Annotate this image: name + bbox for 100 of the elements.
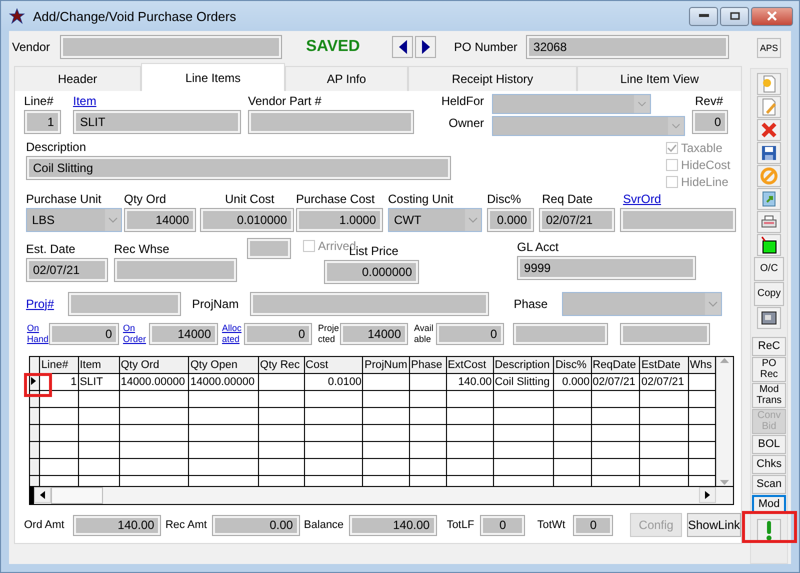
next-button[interactable]	[415, 36, 436, 58]
command-button[interactable]: Chks	[752, 455, 786, 474]
toolbar-button[interactable]: Copy	[754, 282, 784, 306]
star-icon	[9, 8, 25, 24]
scroll-up-icon	[720, 357, 730, 363]
quantity-label: Available	[414, 322, 434, 346]
line-number-field[interactable]: 1	[24, 110, 61, 134]
quantity-field[interactable]: 0	[436, 323, 504, 345]
tab[interactable]: Header	[14, 66, 141, 91]
highlight-frame	[24, 373, 52, 397]
toolbar-button[interactable]	[757, 234, 782, 256]
column-header: ReqDate	[591, 357, 640, 374]
total-field[interactable]: 0	[573, 514, 614, 536]
command-button[interactable]: PO Rec	[752, 357, 786, 382]
revision-field[interactable]: 0	[692, 110, 728, 134]
field-label: Phase	[514, 296, 548, 310]
field-label: Purchase Cost	[296, 192, 376, 206]
command-button[interactable]: Scan	[752, 475, 786, 494]
field-label: Rec Whse	[114, 242, 170, 256]
command-button[interactable]: BOL	[752, 435, 786, 454]
checkbox-label: Taxable	[681, 140, 722, 155]
small-field[interactable]	[247, 238, 291, 259]
tab[interactable]: Line Item View	[577, 66, 742, 91]
new-document-icon	[760, 75, 778, 93]
est-date-field[interactable]: 02/07/21	[26, 258, 108, 282]
project-link[interactable]: Proj#	[26, 296, 54, 310]
exclamation-icon	[766, 521, 772, 541]
field-label: ProjNam	[192, 296, 239, 310]
total-field[interactable]: 0	[480, 514, 526, 536]
costing-unit-dropdown[interactable]: CWT	[388, 208, 482, 232]
project-field[interactable]	[68, 292, 182, 316]
item-field[interactable]: SLIT	[73, 110, 241, 134]
show-link-button[interactable]: ShowLink	[686, 513, 741, 537]
rec-whse-field[interactable]	[114, 258, 237, 282]
total-label: TotWt	[537, 519, 566, 531]
item-link[interactable]: Item	[73, 94, 241, 108]
tab[interactable]: Receipt History	[408, 66, 577, 91]
scroll-right-icon	[705, 491, 710, 499]
vendor-part-field[interactable]	[248, 110, 414, 134]
table-cell: 02/07/21	[640, 374, 688, 390]
quantity-link[interactable]: On Order	[123, 322, 149, 346]
blank-field[interactable]	[620, 323, 710, 345]
total-label: TotLF	[446, 519, 474, 531]
aps-button[interactable]: APS	[757, 38, 782, 58]
description-field[interactable]: Coil Slitting	[26, 156, 451, 180]
tab[interactable]: Line Items	[141, 63, 285, 91]
scroll-thumb[interactable]	[51, 487, 103, 504]
project-name-field[interactable]	[250, 292, 489, 316]
maximize-button[interactable]	[720, 6, 749, 26]
svr-ord-field[interactable]	[620, 208, 736, 232]
quantity-field[interactable]: 14000	[149, 323, 218, 345]
quantity-field[interactable]: 14000	[340, 323, 408, 345]
total-field[interactable]: 0.00	[212, 514, 300, 536]
field-label: Costing Unit	[388, 192, 454, 206]
table-cell: 14000.00000	[119, 374, 189, 390]
toolbar-button[interactable]	[757, 142, 782, 164]
gl-account-field[interactable]: 9999	[517, 256, 696, 280]
field-label: Qty Ord	[124, 192, 168, 206]
quantity-field[interactable]: 14000	[124, 208, 196, 232]
field-label: Est. Date	[26, 242, 76, 256]
minimize-button[interactable]	[689, 6, 718, 26]
field-label: Purchase Unit	[26, 192, 102, 206]
checkbox-label: HideLine	[681, 175, 728, 190]
po-number-field[interactable]: 32068	[526, 35, 730, 59]
discount-field[interactable]: 0.000	[487, 208, 534, 232]
close-icon	[767, 11, 777, 21]
previous-button[interactable]	[392, 36, 414, 58]
command-button[interactable]: Mod Trans	[752, 383, 786, 408]
quantity-link[interactable]: Allocated	[222, 322, 244, 346]
list-price-field[interactable]: 0.000000	[324, 260, 420, 284]
command-button[interactable]: ReC	[752, 337, 786, 356]
save-icon	[760, 144, 778, 162]
toolbar-button[interactable]: O/C	[754, 257, 784, 281]
toolbar-button[interactable]	[757, 307, 782, 329]
column-header: EstDate	[640, 357, 688, 374]
req-date-field[interactable]: 02/07/21	[539, 208, 615, 232]
quantity-link[interactable]: On Hand	[27, 322, 49, 346]
total-field[interactable]: 140.00	[348, 514, 437, 536]
safe-icon	[761, 311, 778, 325]
purchase-unit-dropdown[interactable]: LBS	[26, 208, 122, 232]
field-label: Rev#	[695, 94, 724, 108]
column-header: Qty Ord	[119, 357, 189, 374]
table-cell: 0.000	[554, 374, 592, 390]
column-header: Qty Rec	[258, 357, 304, 374]
horizontal-scrollbar[interactable]	[30, 486, 733, 504]
close-button[interactable]	[751, 6, 793, 26]
vendor-field[interactable]	[60, 35, 282, 59]
quantity-field[interactable]: 0	[244, 323, 312, 345]
field-label: Unit Cost	[225, 192, 276, 206]
total-field[interactable]: 140.00	[73, 514, 162, 536]
phase-dropdown[interactable]	[562, 292, 722, 316]
tab[interactable]: AP Info	[285, 66, 408, 91]
blank-field[interactable]	[513, 323, 608, 345]
purchase-cost-field[interactable]: 1.0000	[296, 208, 383, 232]
table-cell: Coil Slitting	[493, 374, 554, 390]
vertical-scrollbar[interactable]	[716, 357, 733, 486]
svr-ord-link[interactable]: SvrOrd	[623, 192, 736, 206]
unit-cost-field[interactable]: 0.010000	[200, 208, 294, 232]
total-label: Balance	[304, 519, 344, 531]
quantity-field[interactable]: 0	[49, 323, 119, 345]
